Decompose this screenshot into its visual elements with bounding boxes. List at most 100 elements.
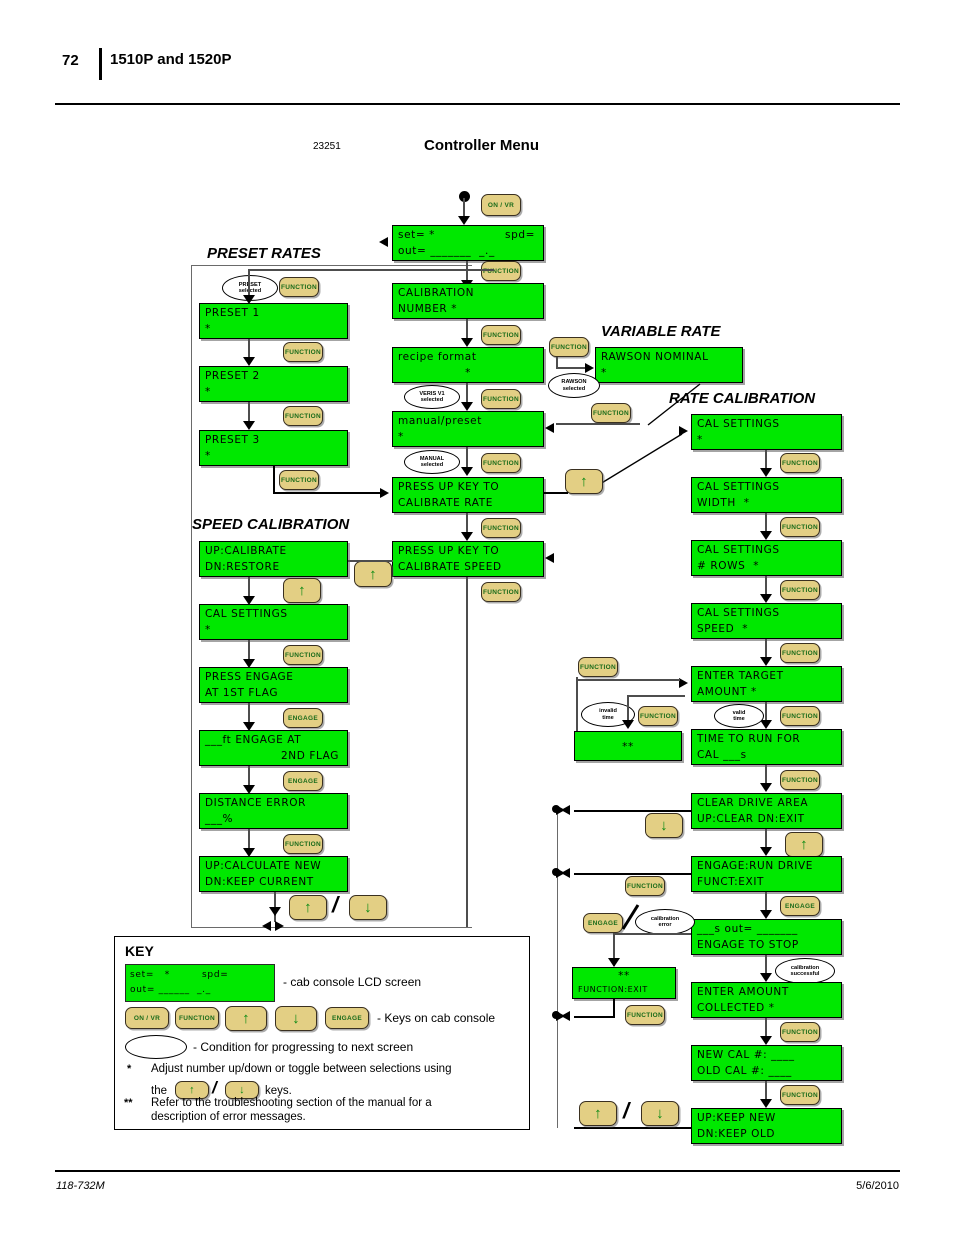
footnote-key-slash: / <box>212 1078 217 1097</box>
connector-invalid-to-target <box>576 679 680 681</box>
key-legend-down[interactable]: ↓ <box>275 1006 317 1031</box>
screen-cleardrive-line1: CLEAR DRIVE AREA <box>697 797 809 809</box>
key-function-preset3-to-pressup-rate[interactable]: FUNCTION <box>279 470 319 490</box>
key-engage-1st-flag[interactable]: ENGAGE <box>283 708 323 728</box>
key-up-to-speed-calibration[interactable]: ↑ <box>354 561 392 587</box>
key-function-recipe-to-manual[interactable]: FUNCTION <box>481 389 521 409</box>
condition-valid-time: valid time <box>714 704 764 728</box>
key-function-into-rawson[interactable]: FUNCTION <box>549 337 589 357</box>
screen-preset-3-line2: * <box>205 450 211 462</box>
arrowhead-start-to-main <box>458 216 470 225</box>
key-function-timerun-to-cleardrive[interactable]: FUNCTION <box>780 770 820 790</box>
key-function-into-preset1[interactable]: FUNCTION <box>279 277 319 297</box>
connector-preset3-down <box>273 466 275 493</box>
header-horizontal-rule <box>55 103 900 105</box>
screen-engage2nd-line2: 2ND FLAG <box>280 750 339 762</box>
key-function-width-to-rows[interactable]: FUNCTION <box>780 517 820 537</box>
key-function-preset1-to-preset2[interactable]: FUNCTION <box>283 342 323 362</box>
key-function-speed-exit[interactable]: FUNCTION <box>481 582 521 602</box>
junction-dot-engagerun <box>552 868 560 876</box>
key-function-target-to-timerun[interactable]: FUNCTION <box>780 706 820 726</box>
key-legend-engage[interactable]: ENGAGE <box>325 1007 369 1029</box>
screen-error-cal-line1: ** <box>618 970 630 982</box>
screen-target-line2: AMOUNT * <box>697 686 757 698</box>
screen-engage-run-drive: ENGAGE:RUN DRIVE FUNCT:EXIT <box>691 856 842 892</box>
key-up-calcnew[interactable]: ↑ <box>289 895 327 920</box>
footnote-2-marker: ** <box>124 1097 133 1109</box>
arrowhead-into-error-time <box>622 720 634 729</box>
key-function-speed-to-target[interactable]: FUNCTION <box>780 643 820 663</box>
screen-cal-settings: CAL SETTINGS * <box>691 414 842 450</box>
figure-title: Controller Menu <box>424 137 539 154</box>
key-function-distance-to-calcnew[interactable]: FUNCTION <box>283 834 323 854</box>
key-function-calsettings-to-engage1st[interactable]: FUNCTION <box>283 645 323 665</box>
connector-calerror-in <box>613 933 691 935</box>
connector-preset3-to-rate <box>273 492 387 494</box>
key-up-cleardrive[interactable]: ↑ <box>785 832 823 857</box>
key-up-keep-new[interactable]: ↑ <box>579 1101 617 1126</box>
arrowhead-cleardrive-to-engagerun <box>760 847 772 856</box>
key-legend-function[interactable]: FUNCTION <box>175 1007 219 1029</box>
key-engage-run-drive[interactable]: ENGAGE <box>780 896 820 916</box>
key-function-manual-to-pressup[interactable]: FUNCTION <box>481 453 521 473</box>
screen-calset-spd-line2: * <box>205 624 211 636</box>
arrowhead-calset-to-width <box>760 468 772 477</box>
key-down-cleardrive-exit[interactable]: ↓ <box>645 813 683 838</box>
screen-time-to-run: TIME TO RUN FOR CAL ___s <box>691 729 842 765</box>
key-function-rows-to-speed[interactable]: FUNCTION <box>780 580 820 600</box>
key-engage-calibration-error[interactable]: ENGAGE <box>583 913 623 933</box>
condition-calibration-successful: calibration successful <box>775 958 835 984</box>
screen-press-up-rate-line1: PRESS UP KEY TO <box>398 481 500 493</box>
footnote-1-text-a: Adjust number up/down or toggle between … <box>151 1063 452 1075</box>
key-legend-on-vr[interactable]: ON / VR <box>125 1007 169 1029</box>
screen-timerun-line1: TIME TO RUN FOR <box>697 733 801 745</box>
key-function-engagerun-exit[interactable]: FUNCTION <box>625 876 665 896</box>
key-legend-up[interactable]: ↑ <box>225 1006 267 1031</box>
key-legend-lcd-sample: set= * spd= out= ______ _._ <box>125 964 275 1002</box>
key-function-error-cal-exit[interactable]: FUNCTION <box>625 1005 665 1025</box>
key-function-invalid-time[interactable]: FUNCTION <box>638 706 678 726</box>
arrowhead-calcnew-return <box>269 907 281 916</box>
up-arrow-icon: ↑ <box>594 1105 602 1122</box>
key-function-calnum-to-recipe[interactable]: FUNCTION <box>481 325 521 345</box>
screen-cal-settings-rows: CAL SETTINGS # ROWS * <box>691 540 842 576</box>
section-heading-variable-rate: VARIABLE RATE <box>601 323 721 340</box>
screen-calset-line2: * <box>697 434 703 446</box>
key-separator-slash-speed: / <box>332 892 339 917</box>
key-function-newcal-to-keepnew[interactable]: FUNCTION <box>780 1085 820 1105</box>
key-function-invalid-time-return[interactable]: FUNCTION <box>578 657 618 677</box>
key-function-enteramount-to-newcal[interactable]: FUNCTION <box>780 1022 820 1042</box>
screen-new-old-cal-number: NEW CAL #: ____ OLD CAL #: ____ <box>691 1045 842 1081</box>
key-up-speed-calsettings[interactable]: ↑ <box>283 578 321 603</box>
condition-manual-selected: MANUAL selected <box>404 450 460 474</box>
screen-enteramount-line2: COLLECTED * <box>697 1002 775 1014</box>
key-down-calcnew[interactable]: ↓ <box>349 895 387 920</box>
key-engage-2nd-flag[interactable]: ENGAGE <box>283 771 323 791</box>
arrowhead-return-into-pressup-speed <box>545 553 554 563</box>
arrowhead-sout-to-enteramount <box>760 973 772 982</box>
screen-main: set= * spd= out= _______ _._ <box>392 225 544 261</box>
connector-error-time-in <box>627 695 685 697</box>
connector-preset-feed-top <box>248 269 494 271</box>
key-function-preset2-to-preset3[interactable]: FUNCTION <box>283 406 323 426</box>
key-legend-oval-description: - Condition for progressing to next scre… <box>193 1040 414 1054</box>
arrowhead-preset3-into-rate <box>380 488 389 498</box>
key-function-calset-to-width[interactable]: FUNCTION <box>780 453 820 473</box>
up-arrow-icon: ↑ <box>242 1010 250 1027</box>
screen-enter-target-amount: ENTER TARGET AMOUNT * <box>691 666 842 702</box>
screen-recipe-format-line2: * <box>465 367 471 379</box>
key-up-to-rate-calibration[interactable]: ↑ <box>565 469 603 494</box>
screen-cal-settings-width: CAL SETTINGS WIDTH * <box>691 477 842 513</box>
key-down-keep-old[interactable]: ↓ <box>641 1101 679 1126</box>
key-function-rate-to-speed[interactable]: FUNCTION <box>481 518 521 538</box>
connector-keepnew-return <box>574 1127 692 1129</box>
screen-press-up-speed-line2: CALIBRATE SPEED <box>398 561 502 573</box>
connector-errorcal-out-horz <box>574 1016 615 1018</box>
key-function-main-to-calnum[interactable]: FUNCTION <box>481 261 521 281</box>
screen-manual-preset: manual/preset * <box>392 411 544 447</box>
screen-calculate-new-keep-current: UP:CALCULATE NEW DN:KEEP CURRENT <box>199 856 348 892</box>
key-legend-lcd-line1: set= * spd= <box>130 970 229 980</box>
key-on-vr[interactable]: ON / VR <box>481 194 521 216</box>
screen-main-line1: set= * <box>398 229 436 241</box>
screen-preset-1-line1: PRESET 1 <box>205 307 260 319</box>
